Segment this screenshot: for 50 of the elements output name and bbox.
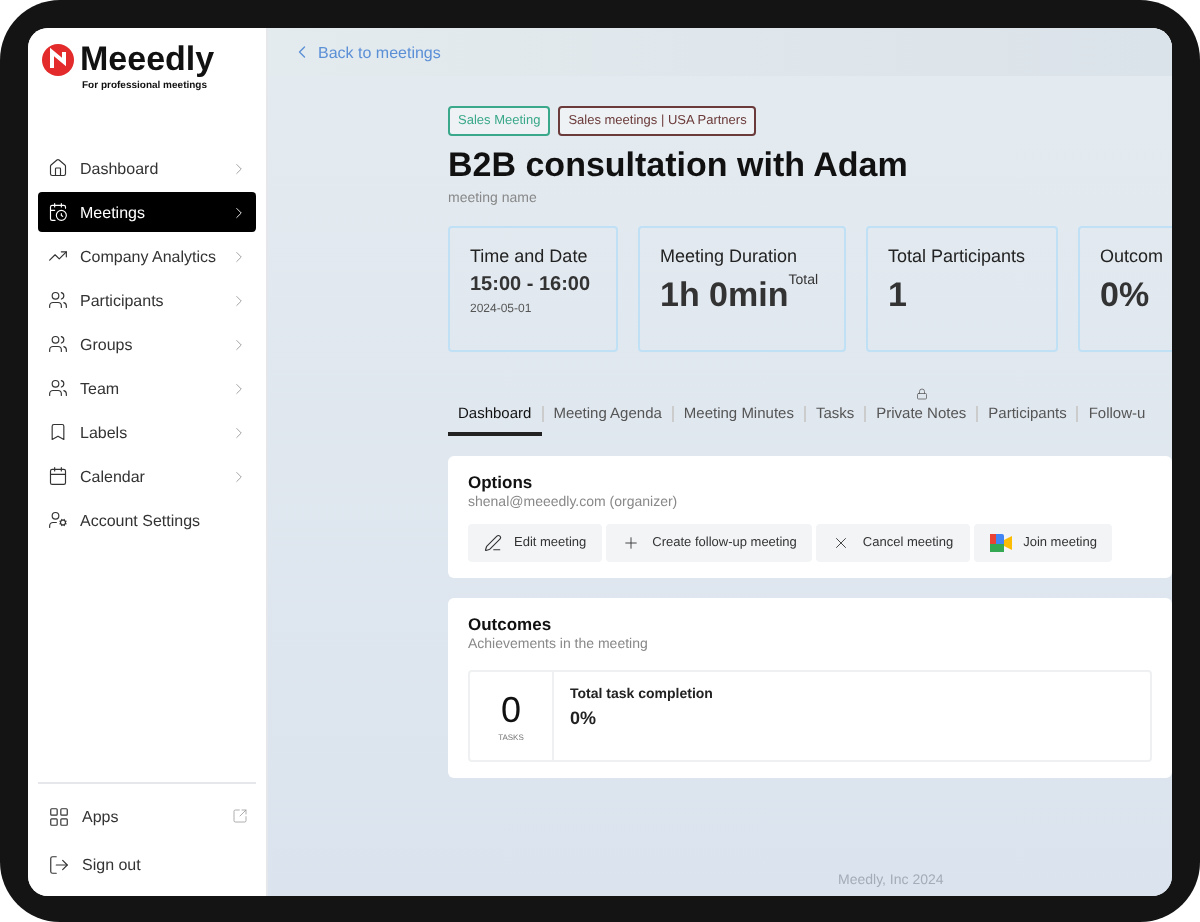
sidebar-item[interactable]: Dashboard (38, 148, 256, 188)
sidebar-item[interactable]: Labels (38, 412, 256, 452)
calendar-clock-icon (48, 202, 68, 222)
sidebar-item[interactable]: Company Analytics (38, 236, 256, 276)
sidebar-item[interactable]: Groups (38, 324, 256, 364)
metric-value: 0% (570, 708, 599, 728)
users-icon (48, 334, 68, 354)
stat-value: 15:00 - 16:00 (470, 274, 593, 296)
chevron-right-icon (230, 291, 248, 309)
sidebar-item[interactable]: Meetings (38, 192, 256, 232)
logo-icon (42, 44, 74, 76)
users-icon (48, 290, 68, 310)
card-title: Outcomes (468, 614, 554, 634)
stat-label: Time and Date (470, 246, 590, 266)
sidebar-item[interactable]: Sign out (38, 844, 256, 884)
stat-label: Meeting Duration (660, 246, 800, 266)
stat-value: 0% (1100, 274, 1150, 318)
stat-label: Total Participants (888, 246, 1028, 266)
chevron-right-icon (230, 423, 248, 441)
chevron-right-icon (230, 379, 248, 397)
users-icon (48, 378, 68, 398)
trend-line-icon (48, 246, 68, 266)
sidebar-item[interactable]: Account Settings (38, 500, 256, 540)
brand-name: Meeedly (80, 40, 215, 80)
chevron-right-icon (230, 159, 248, 177)
calendar-icon (48, 466, 68, 486)
user-gear-icon (48, 510, 68, 530)
stat-value: 1 (888, 274, 907, 318)
chevron-right-icon (230, 335, 248, 353)
external-link-icon (232, 808, 248, 824)
meeting-title: B2B consultation with Adam (448, 146, 910, 186)
stat-value: 1h 0min$^{Total}$ (660, 274, 819, 318)
chevron-right-icon (230, 247, 248, 265)
sidebar-item[interactable]: Calendar (38, 456, 256, 496)
stat-label: Outcom (1100, 246, 1166, 266)
sign-out-icon (48, 853, 70, 875)
sidebar-item[interactable]: Apps (38, 796, 256, 836)
bookmark-icon (48, 422, 68, 442)
chevron-right-icon (230, 203, 248, 221)
pen-icon (484, 534, 502, 552)
close-icon (832, 534, 851, 552)
plus-icon (622, 534, 641, 552)
grid-icon (48, 805, 70, 827)
task-count: 0 (500, 690, 521, 732)
sidebar-item[interactable]: Participants (38, 280, 256, 320)
video-camera-icon (989, 534, 1012, 552)
chevron-right-icon (230, 467, 248, 485)
card-title: Options (468, 472, 535, 492)
home-icon (48, 158, 68, 178)
sidebar-item[interactable]: Team (38, 368, 256, 408)
